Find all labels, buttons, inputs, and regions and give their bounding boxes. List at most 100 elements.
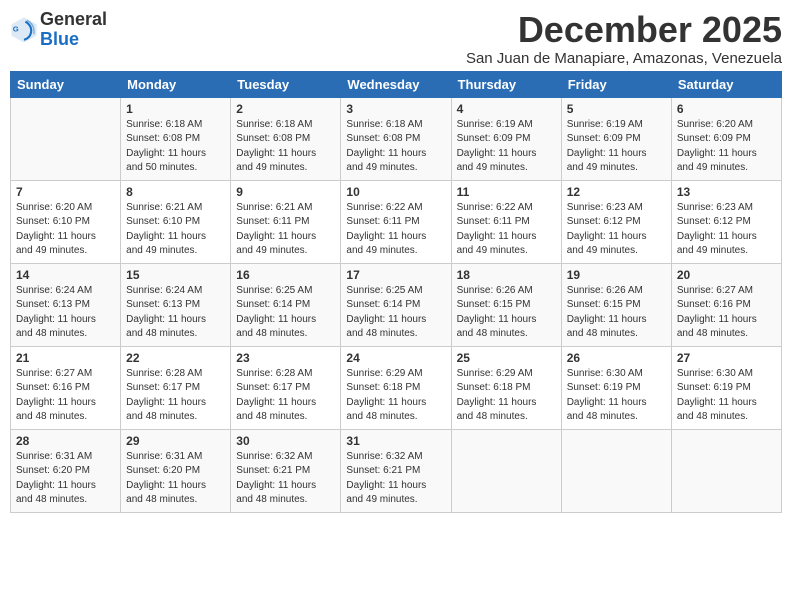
calendar-cell: 30 Sunrise: 6:32 AM Sunset: 6:21 PM Dayli… [231,429,341,512]
calendar-cell: 27Sunrise: 6:30 AM Sunset: 6:19 PM Dayli… [671,346,781,429]
day-number: 25 [457,351,556,365]
day-number: 24 [346,351,445,365]
day-info: Sunrise: 6:19 AM Sunset: 6:09 PM Dayligh… [457,118,556,176]
calendar-cell: 2 Sunrise: 6:18 AM Sunset: 6:08 PM Daylig… [231,97,341,180]
calendar-cell: 8 Sunrise: 6:21 AM Sunset: 6:10 PM Daylig… [121,180,231,263]
month-title: December 2025 [466,10,782,50]
calendar-cell: 21 Sunrise: 6:27 AM Sunset: 6:16 PM Dayli… [11,346,121,429]
logo-general-text: General [40,9,107,29]
day-info: Sunrise: 6:32 AM Sunset: 6:21 PM Dayligh… [236,450,335,508]
day-info: Sunrise: 6:25 AM Sunset: 6:14 PM Dayligh… [236,284,335,342]
day-info: Sunrise: 6:29 AM Sunset: 6:18 PM Dayligh… [457,367,556,425]
calendar-cell: 19Sunrise: 6:26 AM Sunset: 6:15 PM Dayli… [561,263,671,346]
calendar-cell: 17 Sunrise: 6:25 AM Sunset: 6:14 PM Dayli… [341,263,451,346]
calendar-week-row: 7 Sunrise: 6:20 AM Sunset: 6:10 PM Daylig… [11,180,782,263]
logo-blue-text: Blue [40,29,79,49]
calendar-day-header: Wednesday [341,71,451,97]
calendar-cell: 9 Sunrise: 6:21 AM Sunset: 6:11 PM Daylig… [231,180,341,263]
day-number: 15 [126,268,225,282]
day-number: 7 [16,185,115,199]
calendar-cell [451,429,561,512]
calendar-week-row: 1 Sunrise: 6:18 AM Sunset: 6:08 PM Daylig… [11,97,782,180]
calendar-day-header: Sunday [11,71,121,97]
calendar-cell: 24 Sunrise: 6:29 AM Sunset: 6:18 PM Dayli… [341,346,451,429]
calendar-cell: 25 Sunrise: 6:29 AM Sunset: 6:18 PM Dayli… [451,346,561,429]
logo: G General Blue [10,10,107,50]
calendar-cell: 13Sunrise: 6:23 AM Sunset: 6:12 PM Dayli… [671,180,781,263]
calendar-cell: 10Sunrise: 6:22 AM Sunset: 6:11 PM Dayli… [341,180,451,263]
day-number: 6 [677,102,776,116]
calendar-cell: 7 Sunrise: 6:20 AM Sunset: 6:10 PM Daylig… [11,180,121,263]
calendar-cell: 4 Sunrise: 6:19 AM Sunset: 6:09 PM Daylig… [451,97,561,180]
day-info: Sunrise: 6:24 AM Sunset: 6:13 PM Dayligh… [16,284,115,342]
calendar-cell: 28 Sunrise: 6:31 AM Sunset: 6:20 PM Dayli… [11,429,121,512]
day-number: 30 [236,434,335,448]
calendar-day-header: Friday [561,71,671,97]
calendar-week-row: 14 Sunrise: 6:24 AM Sunset: 6:13 PM Dayli… [11,263,782,346]
day-number: 8 [126,185,225,199]
calendar-cell: 1 Sunrise: 6:18 AM Sunset: 6:08 PM Daylig… [121,97,231,180]
day-number: 20 [677,268,776,282]
calendar-week-row: 21 Sunrise: 6:27 AM Sunset: 6:16 PM Dayli… [11,346,782,429]
day-info: Sunrise: 6:18 AM Sunset: 6:08 PM Dayligh… [126,118,225,176]
calendar-day-header: Monday [121,71,231,97]
day-number: 5 [567,102,666,116]
day-info: Sunrise: 6:21 AM Sunset: 6:11 PM Dayligh… [236,201,335,259]
day-number: 14 [16,268,115,282]
calendar-cell: 11Sunrise: 6:22 AM Sunset: 6:11 PM Dayli… [451,180,561,263]
day-number: 13 [677,185,776,199]
calendar-cell: 20Sunrise: 6:27 AM Sunset: 6:16 PM Dayli… [671,263,781,346]
calendar-table: SundayMondayTuesdayWednesdayThursdayFrid… [10,71,782,513]
calendar-day-header: Tuesday [231,71,341,97]
calendar-cell: 18 Sunrise: 6:26 AM Sunset: 6:15 PM Dayli… [451,263,561,346]
day-number: 26 [567,351,666,365]
day-info: Sunrise: 6:23 AM Sunset: 6:12 PM Dayligh… [567,201,666,259]
day-number: 11 [457,185,556,199]
day-number: 3 [346,102,445,116]
day-number: 18 [457,268,556,282]
calendar-cell: 15 Sunrise: 6:24 AM Sunset: 6:13 PM Dayli… [121,263,231,346]
day-info: Sunrise: 6:21 AM Sunset: 6:10 PM Dayligh… [126,201,225,259]
calendar-day-header: Thursday [451,71,561,97]
calendar-cell: 3Sunrise: 6:18 AM Sunset: 6:08 PM Daylig… [341,97,451,180]
calendar-cell: 22Sunrise: 6:28 AM Sunset: 6:17 PM Dayli… [121,346,231,429]
day-number: 22 [126,351,225,365]
day-number: 10 [346,185,445,199]
day-number: 28 [16,434,115,448]
calendar-cell: 14 Sunrise: 6:24 AM Sunset: 6:13 PM Dayli… [11,263,121,346]
day-number: 1 [126,102,225,116]
day-info: Sunrise: 6:20 AM Sunset: 6:10 PM Dayligh… [16,201,115,259]
day-info: Sunrise: 6:31 AM Sunset: 6:20 PM Dayligh… [16,450,115,508]
day-info: Sunrise: 6:30 AM Sunset: 6:19 PM Dayligh… [567,367,666,425]
day-info: Sunrise: 6:32 AM Sunset: 6:21 PM Dayligh… [346,450,445,508]
day-info: Sunrise: 6:29 AM Sunset: 6:18 PM Dayligh… [346,367,445,425]
day-info: Sunrise: 6:24 AM Sunset: 6:13 PM Dayligh… [126,284,225,342]
day-number: 21 [16,351,115,365]
day-info: Sunrise: 6:25 AM Sunset: 6:14 PM Dayligh… [346,284,445,342]
svg-text:G: G [13,24,19,33]
calendar-cell [11,97,121,180]
day-info: Sunrise: 6:27 AM Sunset: 6:16 PM Dayligh… [16,367,115,425]
page-header: G General Blue December 2025 San Juan de… [10,10,782,67]
calendar-cell: 5Sunrise: 6:19 AM Sunset: 6:09 PM Daylig… [561,97,671,180]
location-subtitle: San Juan de Manapiare, Amazonas, Venezue… [466,50,782,67]
calendar-cell: 6 Sunrise: 6:20 AM Sunset: 6:09 PM Daylig… [671,97,781,180]
day-info: Sunrise: 6:20 AM Sunset: 6:09 PM Dayligh… [677,118,776,176]
day-info: Sunrise: 6:26 AM Sunset: 6:15 PM Dayligh… [457,284,556,342]
calendar-week-row: 28 Sunrise: 6:31 AM Sunset: 6:20 PM Dayli… [11,429,782,512]
day-number: 2 [236,102,335,116]
calendar-header-row: SundayMondayTuesdayWednesdayThursdayFrid… [11,71,782,97]
calendar-cell: 16Sunrise: 6:25 AM Sunset: 6:14 PM Dayli… [231,263,341,346]
day-number: 23 [236,351,335,365]
day-info: Sunrise: 6:18 AM Sunset: 6:08 PM Dayligh… [236,118,335,176]
day-number: 4 [457,102,556,116]
calendar-cell [561,429,671,512]
day-number: 12 [567,185,666,199]
day-number: 29 [126,434,225,448]
day-number: 9 [236,185,335,199]
day-info: Sunrise: 6:26 AM Sunset: 6:15 PM Dayligh… [567,284,666,342]
day-number: 17 [346,268,445,282]
calendar-day-header: Saturday [671,71,781,97]
calendar-cell: 26 Sunrise: 6:30 AM Sunset: 6:19 PM Dayli… [561,346,671,429]
calendar-cell: 29Sunrise: 6:31 AM Sunset: 6:20 PM Dayli… [121,429,231,512]
